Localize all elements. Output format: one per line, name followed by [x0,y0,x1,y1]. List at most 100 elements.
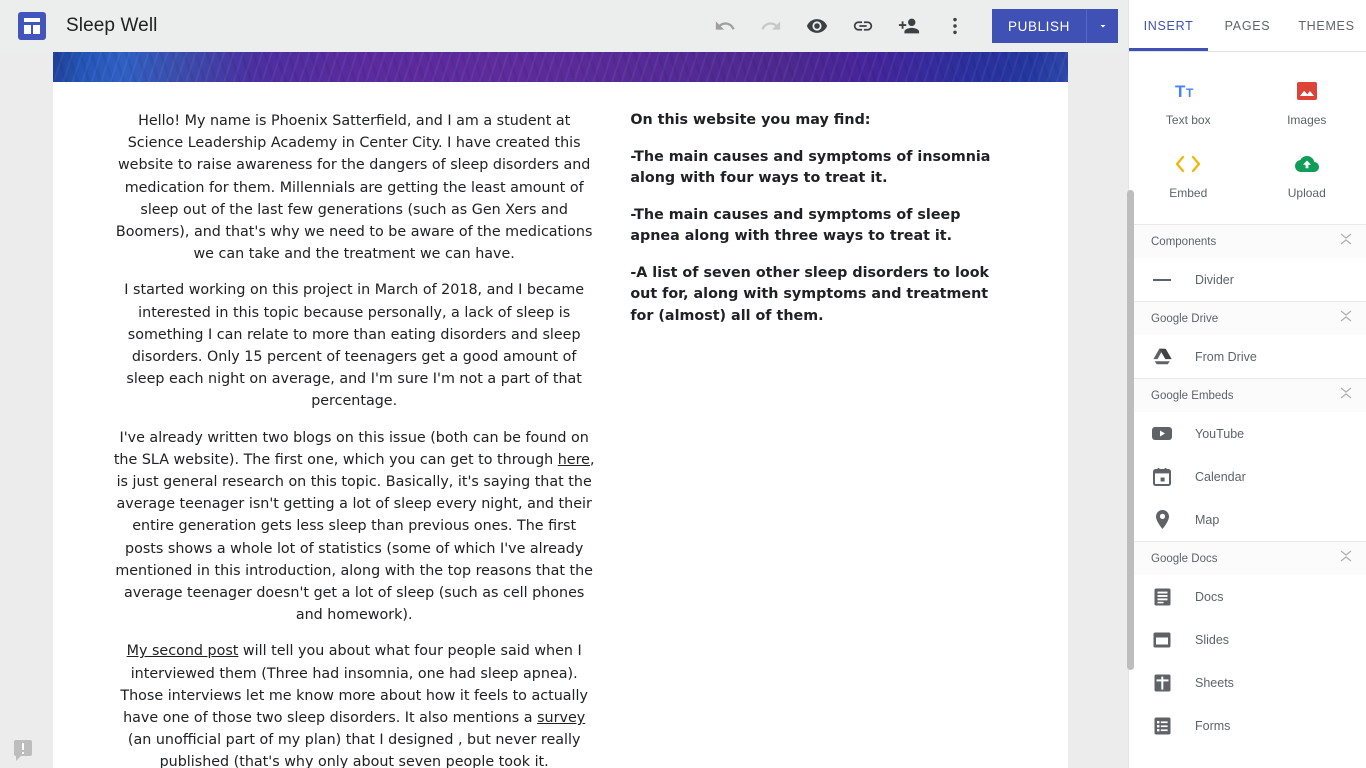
header-banner-image[interactable] [53,52,1068,82]
redo-button[interactable] [748,2,794,50]
section-header-components[interactable]: Components [1129,224,1366,258]
insert-map-label: Map [1195,512,1220,527]
insert-docs-label: Docs [1195,589,1224,604]
section-header-google-embeds[interactable]: Google Embeds [1129,378,1366,412]
docs-icon [1151,588,1173,606]
publish-button[interactable]: PUBLISH [992,9,1086,43]
share-with-others-button[interactable] [886,2,932,50]
paragraph-blogs: I've already written two blogs on this i… [113,427,595,627]
insert-from-drive[interactable]: From Drive [1129,335,1366,378]
redo-icon [761,21,781,30]
insert-images[interactable]: Images [1248,68,1366,141]
insert-from-drive-label: From Drive [1195,349,1257,364]
collapse-google-drive-icon[interactable] [1340,309,1352,328]
top-toolbar: Sleep Well PUBLISH [0,0,1128,52]
insert-embed-label: Embed [1169,186,1208,200]
right-heading: On this website you may find: [630,112,871,128]
section-header-google-docs[interactable]: Google Docs [1129,541,1366,575]
right-item-other-disorders: -A list of seven other sleep disorders t… [630,264,990,324]
images-icon [1248,76,1366,106]
undo-button[interactable] [702,2,748,50]
link-here[interactable]: here [558,452,590,468]
tab-pages[interactable]: PAGES [1208,0,1287,52]
site-page: Hello! My name is Phoenix Satterfield, a… [53,52,1068,768]
insert-tiles: T T Text box Images Embed Upload [1129,52,1366,224]
eye-icon [806,19,828,33]
panel-tabs: INSERT PAGES THEMES [1129,0,1366,52]
insert-sheets[interactable]: Sheets [1129,661,1366,704]
insert-slides-label: Slides [1195,632,1230,647]
insert-slides[interactable]: Slides [1129,618,1366,661]
insert-embed[interactable]: Embed [1129,141,1248,214]
person-add-icon [898,18,920,34]
insert-panel-scrollbar[interactable] [1127,190,1134,670]
calendar-icon [1151,467,1173,486]
text-box-icon: T T [1129,76,1248,106]
divider-icon [1151,277,1173,283]
publish-dropdown-button[interactable] [1086,9,1118,43]
embed-code-icon [1129,149,1248,179]
slides-icon [1151,632,1173,648]
insert-calendar[interactable]: Calendar [1129,455,1366,498]
paragraph-second-post-after: (an unofficial part of my plan) that I d… [127,732,581,768]
toolbar-actions: PUBLISH [702,2,1128,50]
right-item-insomnia: -The main causes and symptoms of insomni… [630,148,991,187]
insert-text-box-label: Text box [1165,113,1211,127]
insert-forms-label: Forms [1195,718,1231,733]
google-drive-icon [1151,348,1173,365]
collapse-google-embeds-icon[interactable] [1340,386,1352,405]
insert-images-label: Images [1287,113,1327,127]
paragraph-blogs-after: , is just general research on this topic… [115,451,595,624]
publish-control: PUBLISH [992,9,1118,43]
insert-calendar-label: Calendar [1195,469,1246,484]
section-title-google-drive: Google Drive [1151,312,1219,325]
collapse-components-icon[interactable] [1340,232,1352,251]
right-item-sleep-apnea: -The main causes and symptoms of sleep a… [630,206,961,245]
preview-button[interactable] [794,2,840,50]
sites-logo-icon [18,12,46,40]
insert-forms[interactable]: Forms [1129,704,1366,747]
page-content: Hello! My name is Phoenix Satterfield, a… [53,82,1068,768]
more-options-button[interactable] [932,2,978,50]
insert-panel: INSERT PAGES THEMES T T Text box Images [1128,0,1366,768]
link-my-second-post[interactable]: My second post [127,643,239,659]
right-text-column[interactable]: On this website you may find: -The main … [625,110,1008,768]
report-feedback-icon[interactable] [14,740,32,761]
insert-map[interactable]: Map [1129,498,1366,541]
undo-icon [715,21,735,30]
svg-text:T: T [1175,82,1186,101]
section-header-google-drive[interactable]: Google Drive [1129,301,1366,335]
insert-text-box[interactable]: T T Text box [1129,68,1248,141]
sheets-icon [1151,674,1173,692]
copy-link-button[interactable] [840,2,886,50]
section-title-google-embeds: Google Embeds [1151,389,1234,402]
insert-youtube[interactable]: YouTube [1129,412,1366,455]
cloud-upload-icon [1248,149,1366,179]
insert-sheets-label: Sheets [1195,675,1234,690]
insert-upload[interactable]: Upload [1248,141,1366,214]
tab-insert[interactable]: INSERT [1129,0,1208,52]
site-canvas: Hello! My name is Phoenix Satterfield, a… [0,52,1128,768]
svg-text:T: T [1186,86,1194,100]
insert-divider-label: Divider [1195,272,1234,287]
paragraph-second-post: My second post will tell you about what … [113,640,595,768]
collapse-google-docs-icon[interactable] [1340,549,1352,568]
paragraph-intro: Hello! My name is Phoenix Satterfield, a… [115,113,593,263]
more-vert-icon [953,17,957,35]
link-survey[interactable]: survey [537,710,585,726]
youtube-icon [1151,426,1173,441]
insert-divider[interactable]: Divider [1129,258,1366,301]
map-pin-icon [1151,510,1173,529]
paragraph-project-start: I started working on this project in Mar… [124,282,585,410]
page-title: Sleep Well [66,15,158,36]
left-text-column[interactable]: Hello! My name is Phoenix Satterfield, a… [113,110,625,768]
paragraph-blogs-before: I've already written two blogs on this i… [113,429,589,468]
caret-down-icon [1100,25,1105,28]
insert-upload-label: Upload [1287,186,1326,200]
section-title-google-docs: Google Docs [1151,552,1218,565]
insert-youtube-label: YouTube [1195,426,1245,441]
section-title-components: Components [1151,235,1217,248]
forms-icon [1151,717,1173,735]
insert-docs[interactable]: Docs [1129,575,1366,618]
tab-themes[interactable]: THEMES [1287,0,1366,52]
